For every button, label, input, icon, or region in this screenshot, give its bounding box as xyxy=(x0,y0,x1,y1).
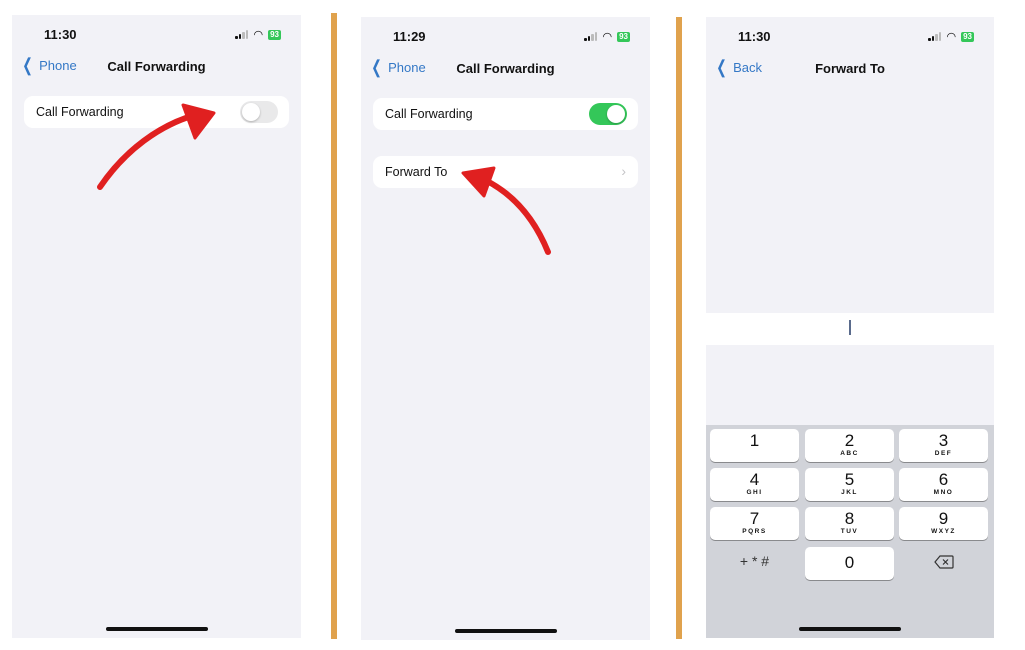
nav-bar: ❮ Phone Call Forwarding xyxy=(361,57,650,81)
call-forwarding-toggle[interactable] xyxy=(589,103,627,125)
key-9[interactable]: 9 WXYZ xyxy=(899,507,988,540)
delete-backspace-icon xyxy=(933,555,954,569)
call-forwarding-row: Call Forwarding xyxy=(373,98,638,130)
key-digit: 4 xyxy=(749,470,760,489)
key-letters: PQRS xyxy=(742,528,767,535)
status-bar: 11:30 ◠ 93 xyxy=(12,15,301,51)
key-2[interactable]: 2 ABC xyxy=(805,429,894,462)
key-letters: ABC xyxy=(840,450,859,457)
key-digit: 2 xyxy=(844,431,855,450)
divider xyxy=(676,17,682,639)
row-label: Call Forwarding xyxy=(385,107,473,121)
forward-to-row[interactable]: Forward To › xyxy=(373,156,638,188)
home-indicator xyxy=(105,627,208,631)
key-digit: 3 xyxy=(938,431,949,450)
divider xyxy=(331,13,337,639)
key-letters: TUV xyxy=(840,528,859,535)
screen-call-forwarding-on: 11:29 ◠ 93 ❮ Phone Call Forwarding Call … xyxy=(361,17,650,640)
page-title: Forward To xyxy=(815,61,885,76)
call-forwarding-row: Call Forwarding xyxy=(24,96,289,128)
home-indicator xyxy=(799,627,901,631)
key-digit: 5 xyxy=(844,470,855,489)
key-digit: 1 xyxy=(749,431,760,450)
key-6[interactable]: 6 MNO xyxy=(899,468,988,501)
key-digit: 0 xyxy=(844,553,855,572)
wifi-icon: ◠ xyxy=(946,31,957,43)
screen-call-forwarding-off: 11:30 ◠ 93 ❮ Phone Call Forwarding Call … xyxy=(12,15,301,638)
battery-icon: 93 xyxy=(268,29,281,40)
nav-bar: ❮ Phone Call Forwarding xyxy=(12,55,301,79)
key-5[interactable]: 5 JKL xyxy=(805,468,894,501)
signal-icon xyxy=(584,32,598,41)
key-digit: 9 xyxy=(938,509,949,528)
page-title: Call Forwarding xyxy=(107,59,206,74)
key-letters: DEF xyxy=(934,450,953,457)
nav-bar: ❮ Back Forward To xyxy=(706,57,994,81)
key-7[interactable]: 7 PQRS xyxy=(710,507,799,540)
key-digit: 6 xyxy=(938,470,949,489)
signal-icon xyxy=(928,32,942,41)
phone-number-input[interactable] xyxy=(706,313,994,345)
toggle-knob xyxy=(242,103,260,121)
key-digit: 7 xyxy=(749,509,760,528)
key-4[interactable]: 4 GHI xyxy=(710,468,799,501)
status-bar: 11:30 ◠ 93 xyxy=(706,17,994,53)
numeric-keypad: 1 2 ABC 3 DEF 4 GHI 5 JKL 6 MNO 7 PQRS 8 TUV 9W… xyxy=(706,425,994,638)
signal-icon xyxy=(235,30,249,39)
delete-key[interactable] xyxy=(899,547,988,580)
page-title: Call Forwarding xyxy=(456,61,555,76)
text-caret xyxy=(849,320,851,335)
status-bar: 11:29 ◠ 93 xyxy=(361,17,650,53)
key-digit: 8 xyxy=(844,509,855,528)
row-label: Forward To xyxy=(385,165,448,179)
status-time: 11:29 xyxy=(393,29,426,44)
key-letters: JKL xyxy=(841,489,858,496)
row-label: Call Forwarding xyxy=(36,105,124,119)
call-forwarding-toggle[interactable] xyxy=(240,101,278,123)
key-1[interactable]: 1 xyxy=(710,429,799,462)
chevron-right-icon: › xyxy=(621,163,626,179)
wifi-icon: ◠ xyxy=(602,31,613,43)
battery-icon: 93 xyxy=(961,31,974,42)
key-letters: GHI xyxy=(746,489,763,496)
key-letters: MNO xyxy=(933,489,954,496)
key-0[interactable]: 0 xyxy=(805,547,894,580)
key-8[interactable]: 8 TUV xyxy=(805,507,894,540)
key-3[interactable]: 3 DEF xyxy=(899,429,988,462)
wifi-icon: ◠ xyxy=(253,29,264,41)
home-indicator xyxy=(454,629,557,633)
battery-icon: 93 xyxy=(617,31,630,42)
status-time: 11:30 xyxy=(738,29,771,44)
toggle-knob xyxy=(607,105,625,123)
status-time: 11:30 xyxy=(44,27,77,42)
screen-forward-to: 11:30 ◠ 93 ❮ Back Forward To 1 2 ABC 3 DEF… xyxy=(706,17,994,638)
key-letters: WXYZ xyxy=(931,528,956,535)
key-symbols[interactable]: + * # xyxy=(710,547,799,580)
